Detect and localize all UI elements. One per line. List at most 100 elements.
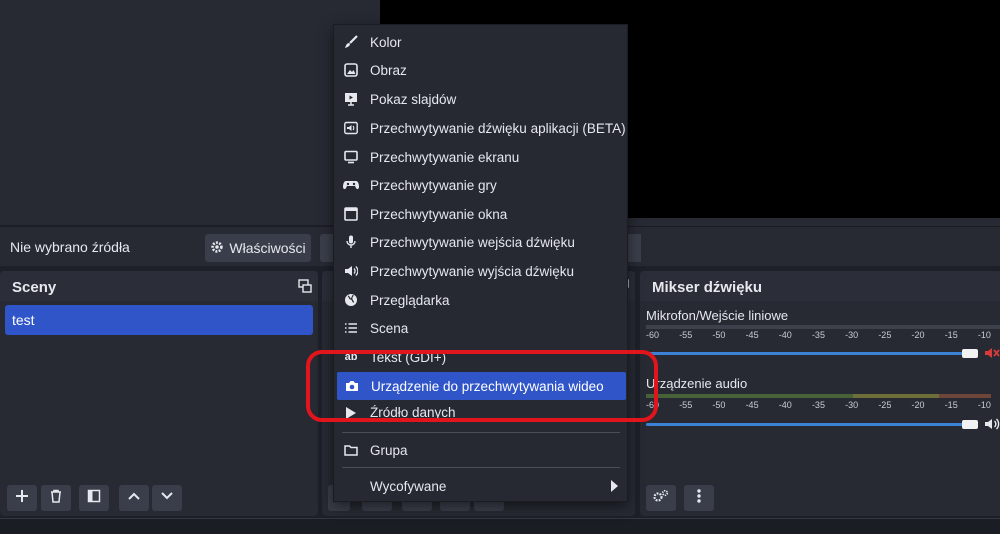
volume-slider-thumb[interactable] [962, 349, 978, 358]
menu-item-color[interactable]: Kolor [336, 28, 626, 56]
tick-label: -10 [977, 400, 991, 410]
volume-slider-audio-device[interactable] [646, 423, 976, 426]
menu-item-app-audio-capture[interactable]: Przechwytywanie dźwięku aplikacji (BETA) [336, 114, 626, 142]
menu-item-label: Przechwytywanie wyjścia dźwięku [370, 263, 575, 279]
tick-label: -35 [811, 400, 825, 410]
scene-item-test[interactable]: test [5, 305, 313, 335]
chevron-up-icon [127, 489, 141, 508]
menu-item-label: Wycofywane [370, 478, 447, 494]
scene-filters-button[interactable] [79, 485, 109, 511]
menu-item-label: Obraz [370, 62, 407, 78]
menu-item-label: Przechwytywanie ekranu [370, 149, 520, 165]
menu-item-label: Przeglądarka [370, 292, 450, 308]
scenes-title: Sceny [12, 279, 57, 296]
properties-button[interactable]: Właściwości [205, 234, 311, 262]
filters-button[interactable] [320, 234, 334, 262]
volume-slider-mic[interactable] [646, 352, 976, 355]
gears-icon [653, 489, 669, 508]
add-source-context-menu: Kolor Obraz Pokaz slajdów Przechwytywani… [333, 24, 628, 502]
tick-label: -40 [778, 330, 792, 340]
toolbar-button-partial[interactable] [627, 234, 641, 262]
audio-mixer-dock: Mikser dźwięku Mikrofon/Wejście liniowe … [640, 271, 1000, 516]
undock-icon[interactable] [298, 279, 312, 293]
move-scene-down-button[interactable] [152, 485, 182, 511]
channel-name-audio-device: Urządzenie audio [646, 376, 748, 391]
menu-separator [342, 467, 620, 468]
gear-icon [210, 240, 224, 257]
preview-panel [0, 0, 380, 225]
scenes-dock: Sceny test [0, 271, 318, 516]
volume-meter-audio-device [646, 394, 991, 398]
microphone-icon [343, 234, 359, 250]
speaker-icon [343, 263, 359, 279]
advanced-audio-button[interactable] [646, 485, 676, 511]
tick-label: -25 [878, 330, 892, 340]
tick-label: -60 [646, 330, 660, 340]
menu-item-display-capture[interactable]: Przechwytywanie ekranu [336, 143, 626, 171]
tick-label: -40 [778, 400, 792, 410]
tick-label: -55 [679, 400, 693, 410]
window-icon [343, 206, 359, 222]
status-bar [0, 518, 1000, 534]
tick-label: -20 [911, 400, 925, 410]
plus-icon [15, 489, 29, 508]
menu-item-audio-output-capture[interactable]: Przechwytywanie wyjścia dźwięku [336, 257, 626, 285]
tick-label: -50 [712, 400, 726, 410]
menu-item-image[interactable]: Obraz [336, 56, 626, 84]
menu-item-label: Przechwytywanie okna [370, 206, 508, 222]
tick-label: -55 [679, 330, 693, 340]
submenu-arrow-icon [611, 480, 618, 492]
folder-icon [343, 442, 359, 458]
tick-label: -15 [944, 330, 958, 340]
menu-item-label: Przechwytywanie gry [370, 177, 497, 193]
menu-item-browser[interactable]: Przeglądarka [336, 286, 626, 314]
volume-slider-thumb[interactable] [962, 420, 978, 429]
tick-label: -10 [977, 330, 991, 340]
list-icon [343, 320, 359, 336]
menu-item-label: Pokaz slajdów [370, 91, 457, 107]
kebab-menu-icon [697, 488, 701, 508]
speaker-icon[interactable] [984, 416, 1000, 437]
brush-icon [343, 34, 359, 50]
menu-item-audio-input-capture[interactable]: Przechwytywanie wejścia dźwięku [336, 228, 626, 256]
mixer-title: Mikser dźwięku [652, 279, 763, 296]
tick-label: -45 [745, 330, 759, 340]
tick-label: -30 [845, 330, 859, 340]
scene-item-label: test [12, 312, 35, 328]
tick-label: -25 [878, 400, 892, 410]
highlight-annotation [306, 350, 658, 422]
move-scene-up-button[interactable] [119, 485, 149, 511]
mixer-menu-button[interactable] [684, 485, 714, 511]
tick-label: -35 [811, 330, 825, 340]
tick-label: -45 [745, 400, 759, 410]
globe-icon [343, 292, 359, 308]
meter-ticks-audio-device: -60 -55 -50 -45 -40 -35 -30 -25 -20 -15 -10 [646, 400, 991, 410]
menu-item-label: Grupa [370, 442, 408, 458]
remove-scene-button[interactable] [41, 485, 71, 511]
tick-label: -20 [911, 330, 925, 340]
menu-item-label: Scena [370, 320, 409, 336]
menu-separator [342, 432, 620, 433]
muted-speaker-icon[interactable] [984, 345, 1000, 366]
menu-item-deprecated[interactable]: Wycofywane [336, 472, 626, 500]
no-source-label: Nie wybrano źródła [10, 239, 130, 255]
menu-item-label: Przechwytywanie dźwięku aplikacji (BETA) [370, 120, 626, 136]
meter-ticks-mic: -60 -55 -50 -45 -40 -35 -30 -25 -20 -15 -10 [646, 330, 991, 340]
menu-item-scene[interactable]: Scena [336, 314, 626, 342]
filter-icon [87, 489, 101, 508]
tick-label: -15 [944, 400, 958, 410]
menu-item-game-capture[interactable]: Przechwytywanie gry [336, 171, 626, 199]
menu-item-label: Przechwytywanie wejścia dźwięku [370, 234, 575, 250]
menu-item-window-capture[interactable]: Przechwytywanie okna [336, 200, 626, 228]
menu-item-slideshow[interactable]: Pokaz slajdów [336, 85, 626, 113]
chevron-down-icon [160, 489, 174, 508]
gamepad-icon [343, 177, 359, 193]
image-icon [343, 62, 359, 78]
volume-meter-mic [646, 325, 1000, 329]
menu-item-label: Kolor [370, 34, 402, 50]
menu-item-group[interactable]: Grupa [336, 436, 626, 464]
add-scene-button[interactable] [7, 485, 37, 511]
slideshow-icon [343, 91, 359, 107]
trash-icon [49, 489, 63, 508]
properties-label: Właściwości [229, 240, 306, 256]
